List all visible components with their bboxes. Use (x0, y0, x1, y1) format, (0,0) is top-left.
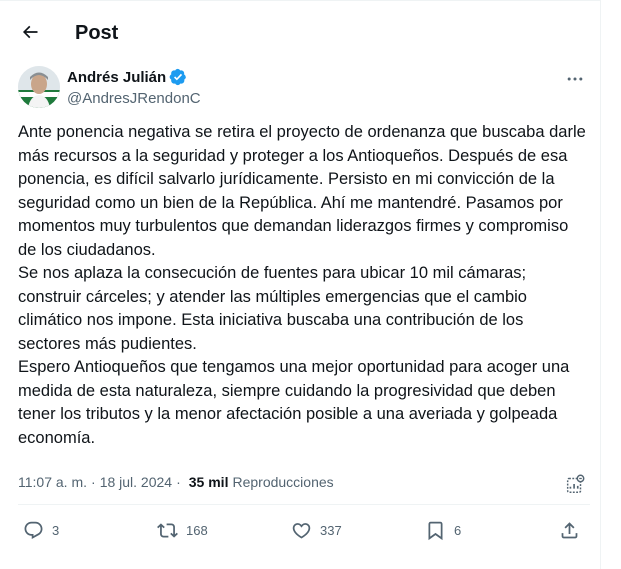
bookmark-count: 6 (454, 523, 462, 538)
post-column: Post Andrés Julián @AndresJRendonC Ante … (0, 0, 601, 569)
post-meta: 11:07 a. m. · 18 jul. 2024 · 35 mil Repr… (18, 474, 334, 490)
meta-separator: · (91, 474, 96, 490)
like-button[interactable]: 337 (291, 520, 342, 541)
post-header: Post (0, 14, 600, 54)
repost-button[interactable]: 168 (157, 520, 208, 541)
repost-icon (157, 523, 178, 538)
post-paragraph: Espero Antioqueños que tengamos una mejo… (18, 358, 570, 447)
views-label: Reproducciones (232, 474, 334, 490)
views-count: 35 mil (188, 474, 229, 490)
author-handle[interactable]: @AndresJRendonC (67, 90, 201, 107)
post-paragraph: Ante ponencia negativa se retira el proy… (18, 123, 586, 259)
page-title: Post (75, 22, 119, 44)
analytics-icon (566, 474, 585, 493)
post-time[interactable]: 11:07 a. m. (18, 474, 87, 490)
like-count: 337 (320, 523, 342, 538)
post-date[interactable]: 18 jul. 2024 (100, 474, 172, 490)
reply-icon (24, 521, 43, 539)
heart-icon (292, 523, 311, 539)
meta-separator: · (176, 474, 181, 490)
repost-count: 168 (186, 523, 208, 538)
avatar-image (18, 66, 60, 108)
share-button[interactable] (559, 520, 580, 541)
action-bar: 3 168 337 6 (0, 520, 601, 550)
post-text: Ante ponencia negativa se retira el proy… (18, 121, 590, 450)
post-paragraph: Se nos aplaza la consecución de fuentes … (18, 264, 527, 353)
author-name[interactable]: Andrés Julián (67, 69, 166, 86)
verified-badge-icon (169, 68, 187, 86)
top-border (0, 0, 601, 1)
reply-count: 3 (52, 523, 60, 538)
analytics-button[interactable] (564, 473, 586, 495)
reply-button[interactable]: 3 (23, 520, 59, 541)
actions-divider (18, 504, 590, 505)
arrow-left-icon (22, 25, 38, 39)
back-button[interactable] (12, 14, 48, 50)
share-icon (561, 522, 578, 539)
avatar[interactable] (18, 66, 60, 108)
bookmark-icon (428, 521, 443, 541)
bookmark-button[interactable]: 6 (425, 520, 461, 541)
more-options-button[interactable] (558, 64, 592, 94)
more-horizontal-icon (567, 77, 583, 81)
author-name-row[interactable]: Andrés Julián (67, 68, 187, 86)
